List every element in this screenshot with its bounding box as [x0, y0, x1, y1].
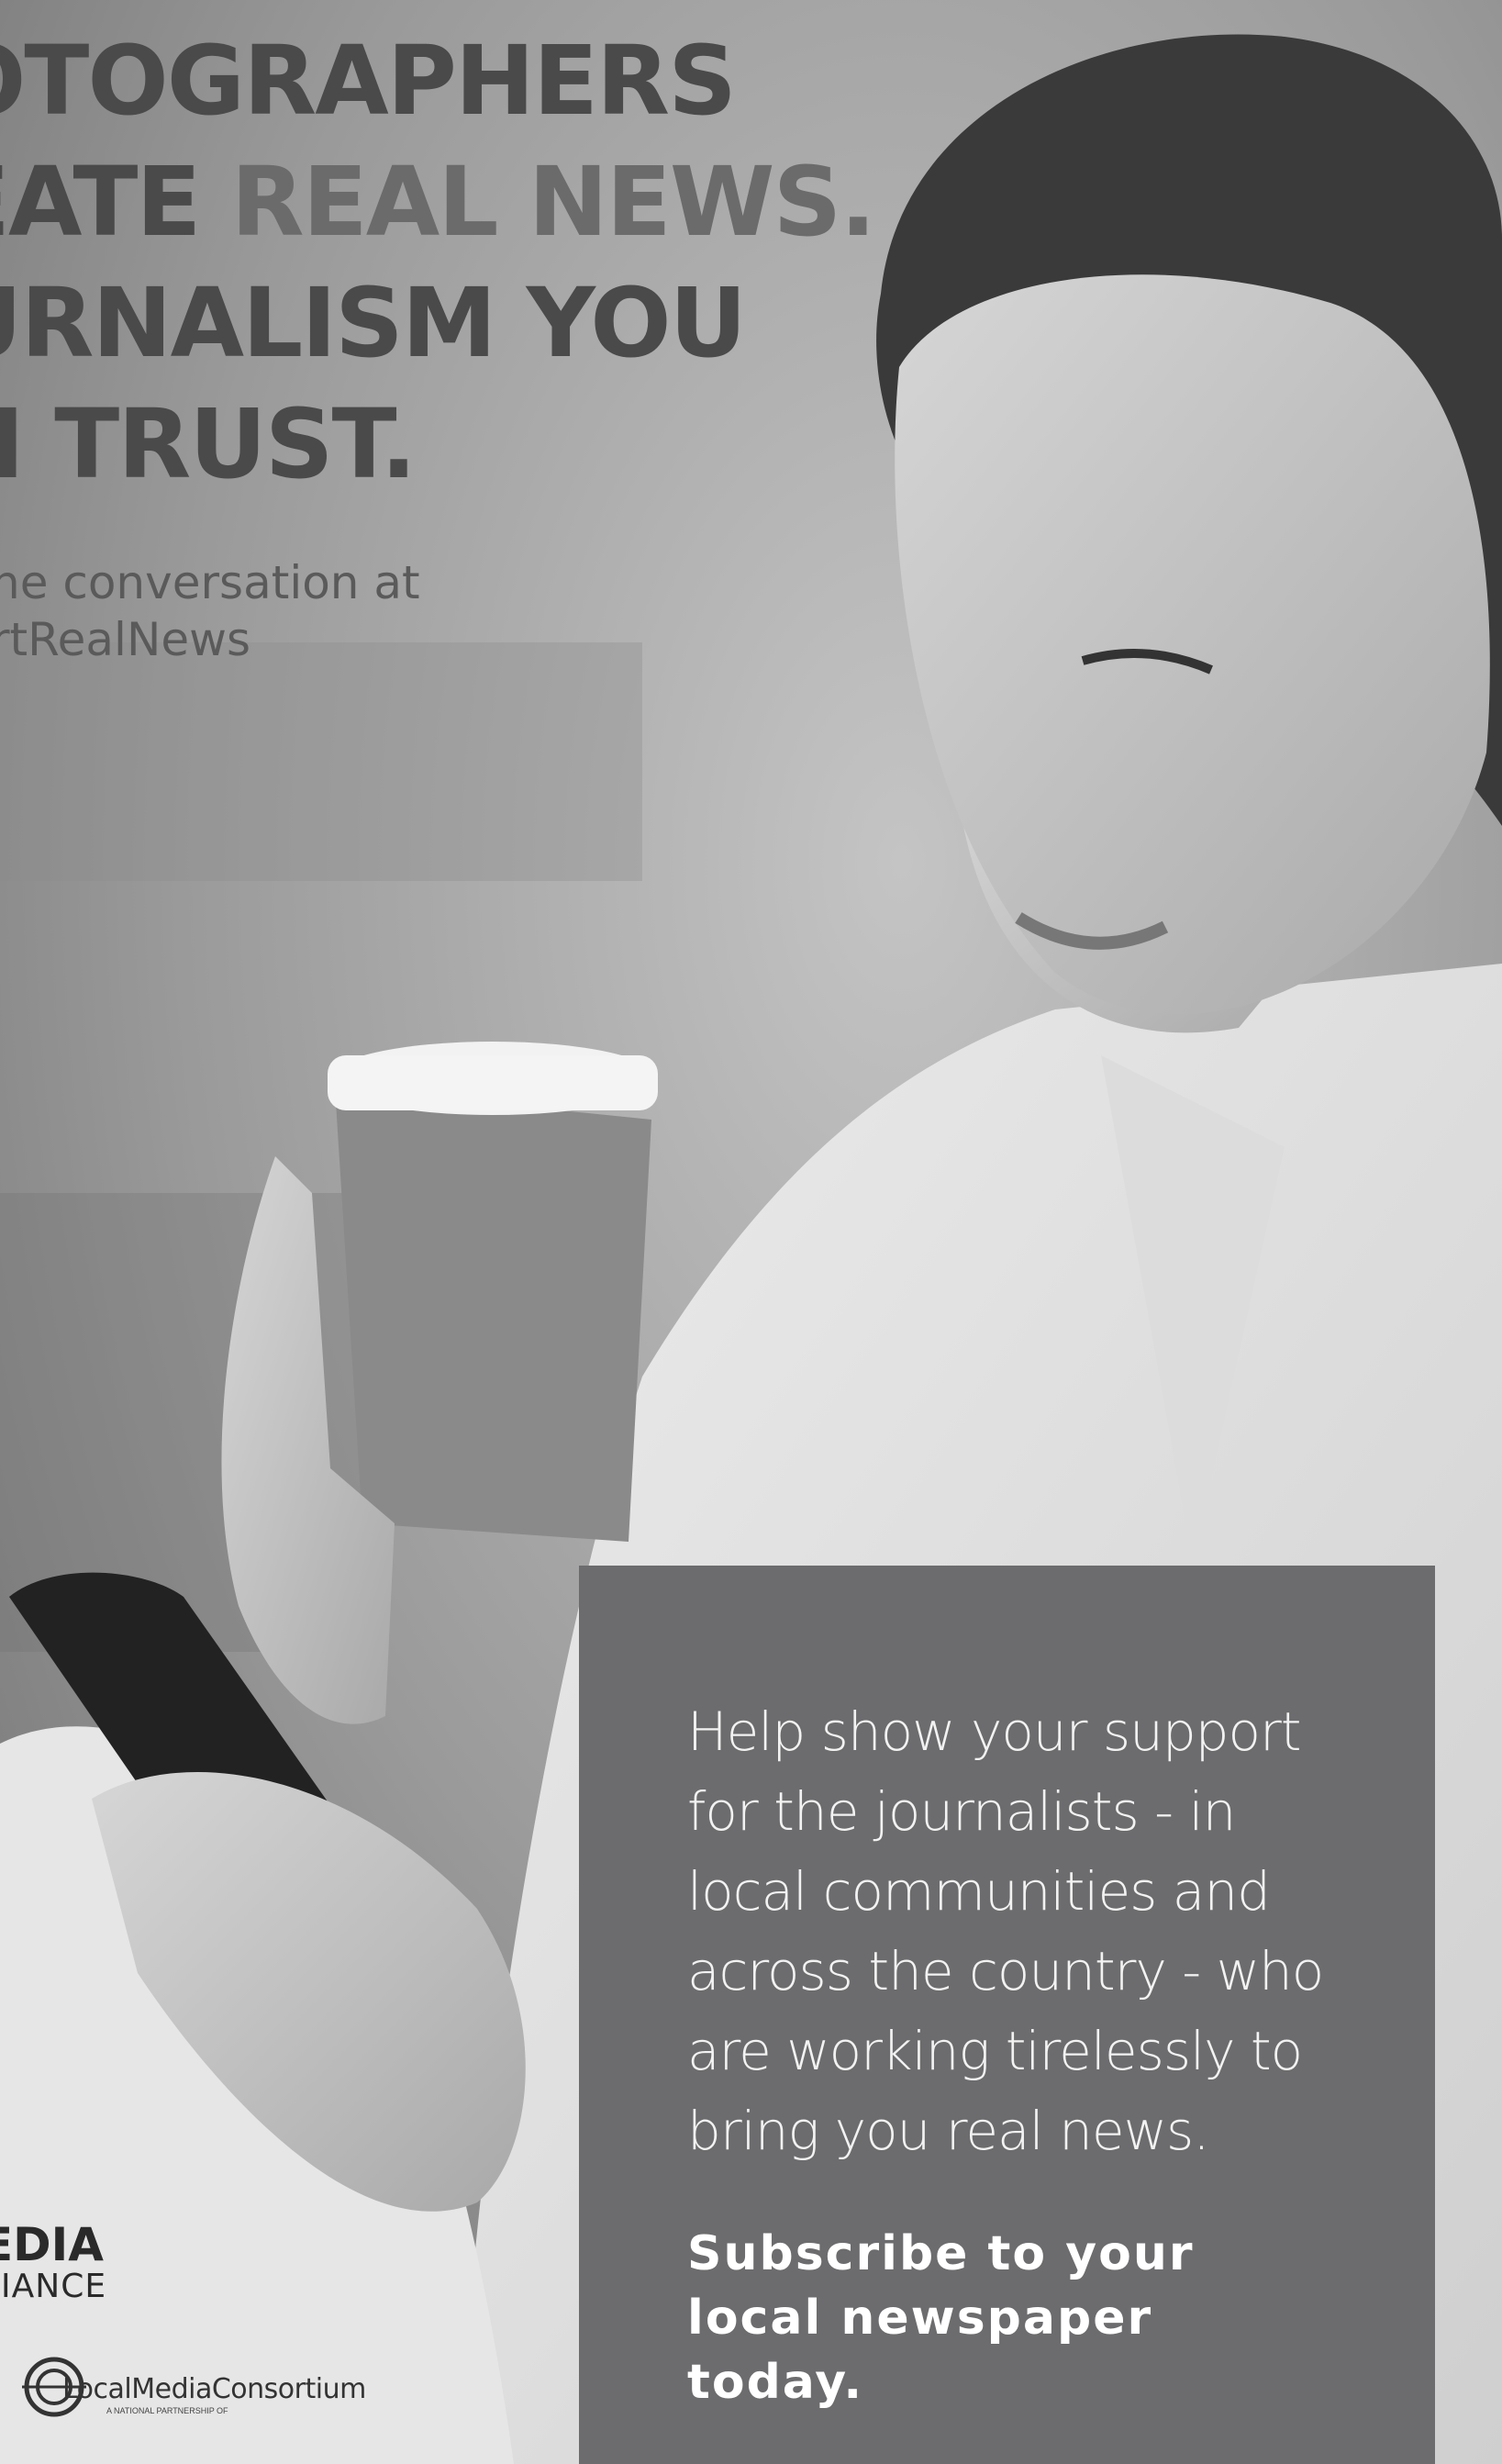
subline: he conversation at rtRealNews [0, 554, 420, 668]
advertisement-page: OTOGRAPHERS EATE REAL NEWS. URNALISM YOU… [0, 0, 1502, 2464]
subline-hashtag: rtRealNews [0, 613, 251, 666]
headline-line-1: OTOGRAPHERS [0, 25, 737, 137]
headline-accent: REAL NEWS. [230, 146, 876, 258]
subline-line-1: he conversation at [0, 556, 420, 609]
local-media-consortium-logo: LocalMediaConsortium A NATIONAL PARTNERS… [22, 2355, 407, 2419]
headline-line-2-prefix: EATE [0, 146, 201, 258]
subscribe-cta: Subscribe to your local newspaper today. [687, 2222, 1343, 2414]
lmc-tagline: A NATIONAL PARTNERSHIP OF [106, 2406, 228, 2415]
lmc-name: LocalMediaConsortium [62, 2373, 366, 2405]
info-box: Help show your support for the journalis… [579, 1566, 1435, 2464]
news-media-alliance-logo: EDIA LIANCE [0, 2221, 106, 2305]
headline-line-2: EATE REAL NEWS. [0, 141, 876, 262]
media-logo-small: LIANCE [0, 2268, 107, 2305]
cta-line-3: today. [687, 2355, 864, 2410]
headline: OTOGRAPHERS EATE REAL NEWS. URNALISM YOU… [0, 20, 876, 505]
media-logo-big: EDIA [0, 2218, 104, 2271]
headline-line-3: URNALISM YOU [0, 267, 747, 379]
cta-line-2: local newspaper [687, 2291, 1153, 2346]
headline-line-4: N TRUST. [0, 388, 417, 500]
cta-line-1: Subscribe to your [687, 2226, 1195, 2281]
info-body-text: Help show your support for the journalis… [687, 1700, 1324, 2162]
